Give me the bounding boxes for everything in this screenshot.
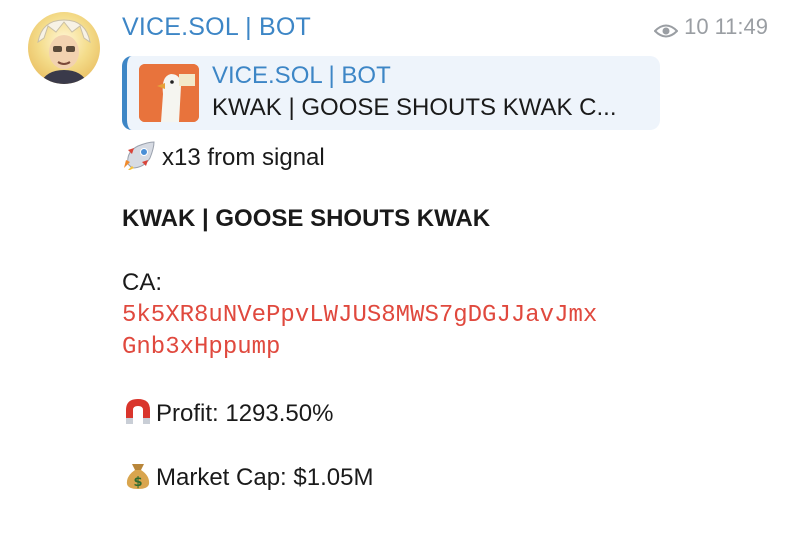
magnet-icon — [122, 396, 154, 434]
reply-preview[interactable]: VICE.SOL | BOT KWAK | GOOSE SHOUTS KWAK … — [122, 56, 660, 130]
sender-avatar[interactable] — [28, 12, 100, 84]
reply-thumbnail — [139, 64, 199, 122]
sender-name[interactable]: VICE.SOL | BOT — [122, 12, 311, 42]
money-bag-icon: $ — [122, 460, 154, 498]
svg-text:$: $ — [133, 475, 142, 490]
message-meta: 10 11:49 — [653, 14, 768, 40]
ca-label: CA: — [122, 269, 163, 296]
contract-address-line-1[interactable]: 5k5XR8uNVePpvLWJUS8MWS7gDGJJavJmx — [122, 301, 597, 331]
eye-icon — [653, 19, 679, 38]
signal-text: x13 from signal — [162, 144, 325, 171]
rocket-icon — [122, 140, 156, 178]
view-count: 10 — [684, 14, 709, 39]
message-time: 11:49 — [714, 14, 768, 39]
message-view: VICE.SOL | BOT 10 11:49 VICE.SOL | BOT K… — [0, 0, 796, 546]
profit-line: Profit: 1293.50% — [122, 396, 333, 434]
token-name: KWAK | GOOSE SHOUTS KWAK — [122, 205, 491, 232]
reply-text: KWAK | GOOSE SHOUTS KWAK C... — [212, 94, 617, 121]
contract-address-line-2[interactable]: Gnb3xHppump — [122, 333, 280, 363]
market-cap-text: Market Cap: $1.05M — [156, 464, 374, 491]
market-cap-line: $ Market Cap: $1.05M — [122, 460, 373, 498]
profit-text: Profit: 1293.50% — [156, 400, 334, 427]
reply-title: VICE.SOL | BOT — [212, 62, 391, 89]
signal-line: x13 from signal — [122, 140, 325, 178]
